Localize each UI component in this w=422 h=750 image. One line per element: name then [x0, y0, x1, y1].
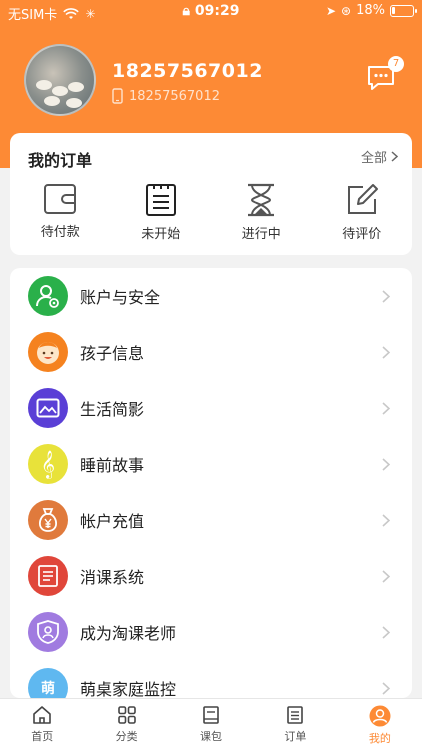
chevron-right-icon: [382, 457, 390, 471]
package-icon: [203, 706, 219, 724]
status-bar: 无SIM卡 ✳ 🔒︎ 09:29 ➤ ⊛ 18%: [0, 0, 422, 24]
child-face-icon: [28, 332, 68, 372]
status-time: 09:29: [194, 3, 240, 19]
menu-list: 账户与安全 孩子信息 生活简影 𝄞 睡前故事 帐户充值 消课系统 成为淘课老师 …: [10, 268, 412, 698]
menu-item-bedtime-stories[interactable]: 𝄞 睡前故事: [10, 436, 412, 492]
menu-item-become-teacher[interactable]: 成为淘课老师: [10, 604, 412, 660]
money-bag-icon: [28, 500, 68, 540]
order-pending-review-label: 待评价: [342, 227, 382, 242]
message-count-badge: 7: [388, 56, 404, 72]
bottom-tab-bar: 首页 分类 课包 订单 我的: [0, 698, 422, 750]
menu-label: 萌桌家庭监控: [80, 680, 177, 698]
user-phone: 18257567012: [129, 88, 220, 104]
book-icon: [28, 556, 68, 596]
tab-label: 我的: [368, 732, 391, 745]
photo-icon: [28, 388, 68, 428]
menu-label: 孩子信息: [80, 344, 145, 363]
menu-label: 帐户充值: [80, 512, 145, 531]
tab-label: 课包: [200, 730, 223, 743]
wallet-icon: [44, 184, 77, 214]
orders-all-link[interactable]: 全部: [361, 147, 398, 166]
menu-item-life-photos[interactable]: 生活简影: [10, 380, 412, 436]
tab-orders[interactable]: 订单: [253, 699, 337, 750]
chevron-right-icon: [382, 569, 390, 583]
order-in-progress-label: 进行中: [241, 227, 281, 242]
battery-percent: 18%: [356, 3, 385, 18]
orders-title: 我的订单: [28, 151, 93, 170]
menu-item-child-info[interactable]: 孩子信息: [10, 324, 412, 380]
phone-icon: [112, 88, 123, 104]
order-pending-payment-label: 待付款: [40, 225, 80, 240]
order-not-started-label: 未开始: [141, 227, 181, 242]
menu-label: 账户与安全: [80, 288, 161, 307]
my-orders-card: 我的订单 全部 待付款 未开始 进行中 待评价: [10, 133, 412, 255]
music-note-icon: 𝄞: [28, 444, 68, 484]
messages-button[interactable]: 7: [366, 56, 404, 92]
lock-icon: 🔒︎: [182, 3, 190, 19]
order-pending-payment[interactable]: 待付款: [10, 183, 111, 242]
menu-label: 睡前故事: [80, 456, 145, 475]
profile-header: 18257567012 18257567012 7: [24, 44, 404, 116]
menu-item-account-security[interactable]: 账户与安全: [10, 268, 412, 324]
order-in-progress[interactable]: 进行中: [211, 183, 312, 242]
tab-label: 订单: [284, 730, 307, 743]
chevron-right-icon: [382, 345, 390, 359]
menu-label: 成为淘课老师: [80, 624, 177, 643]
orders-all-label: 全部: [360, 151, 387, 166]
menu-item-account-recharge[interactable]: 帐户充值: [10, 492, 412, 548]
menu-label: 生活简影: [80, 400, 145, 419]
chevron-right-icon: [382, 289, 390, 303]
chevron-right-icon: [391, 151, 398, 162]
hourglass-icon: [248, 183, 275, 217]
menu-label: 消课系统: [80, 568, 145, 587]
account-security-icon: [28, 276, 68, 316]
phone-row: 18257567012: [112, 88, 220, 104]
tab-mine[interactable]: 我的: [338, 699, 422, 750]
mengzhuo-logo-icon: 萌: [28, 668, 68, 698]
tab-label: 首页: [31, 730, 54, 743]
tab-course-package[interactable]: 课包: [169, 699, 253, 750]
profile-icon: [369, 705, 391, 727]
chevron-right-icon: [382, 401, 390, 415]
order-list-icon: [287, 706, 304, 724]
battery-icon: [390, 4, 417, 17]
tab-category[interactable]: 分类: [84, 699, 168, 750]
chevron-right-icon: [382, 513, 390, 527]
home-icon: [33, 706, 52, 724]
order-pending-review[interactable]: 待评价: [312, 183, 413, 242]
avatar[interactable]: [24, 44, 96, 116]
chevron-right-icon: [382, 625, 390, 639]
menu-item-home-monitoring[interactable]: 萌 萌桌家庭监控: [10, 660, 412, 698]
clipboard-icon: [145, 184, 176, 216]
edit-icon: [347, 184, 378, 214]
tab-label: 分类: [115, 730, 138, 743]
teacher-badge-icon: [28, 612, 68, 652]
grid-icon: [117, 706, 136, 724]
location-icon: ➤: [325, 3, 337, 18]
chevron-right-icon: [382, 681, 390, 695]
user-name[interactable]: 18257567012: [112, 60, 263, 82]
tab-home[interactable]: 首页: [0, 699, 84, 750]
order-not-started[interactable]: 未开始: [111, 183, 212, 242]
menu-item-class-consumption[interactable]: 消课系统: [10, 548, 412, 604]
rotation-lock-icon: ⊛: [341, 3, 352, 18]
